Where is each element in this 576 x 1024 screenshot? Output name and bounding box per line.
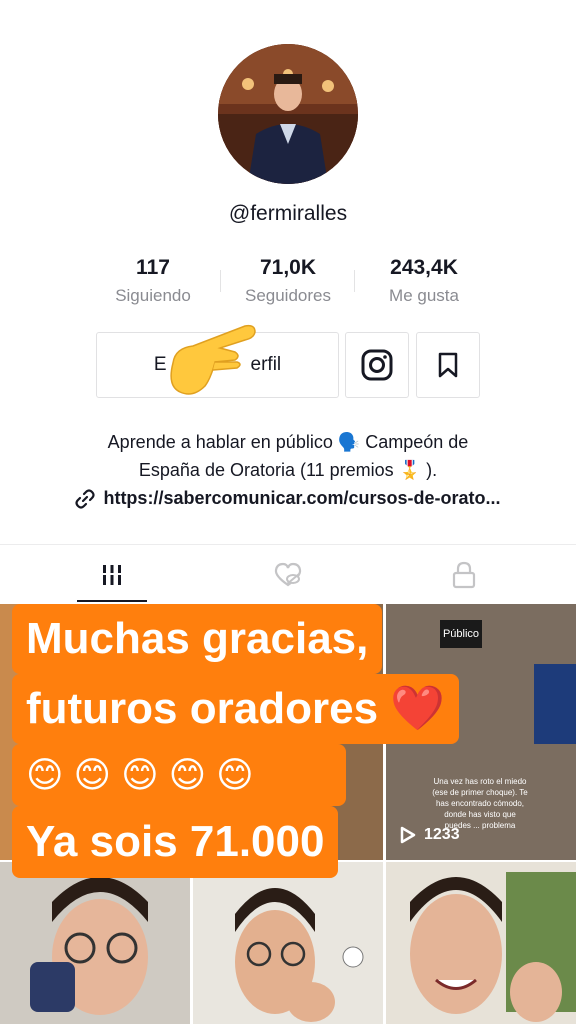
tabs-divider [0, 544, 576, 545]
username: @fermiralles [228, 202, 348, 225]
overlay-line-2: futuros oradores ❤️ [12, 674, 460, 744]
liked-hidden-icon [274, 562, 302, 587]
video-thumbnail[interactable] [193, 862, 383, 1024]
stat-divider [354, 270, 355, 292]
video-image [0, 862, 190, 1024]
favorites-button[interactable] [416, 332, 480, 398]
profile-bio: Aprende a hablar en público 🗣️ Campeón d… [0, 428, 576, 484]
avatar-image [218, 44, 358, 184]
video-thumbnail[interactable] [0, 862, 190, 1024]
stat-followers[interactable]: 71,0K Seguidores [223, 256, 353, 306]
view-count-value: 1233 [424, 826, 460, 843]
stat-divider [220, 270, 221, 292]
tab-liked[interactable] [192, 548, 384, 602]
likes-label: Me gusta [389, 286, 459, 305]
following-count: 117 [136, 256, 170, 279]
overlay-line-4: Ya sois 71.000 [12, 806, 339, 878]
stat-following[interactable]: 117 Siguiendo [88, 256, 218, 306]
overlay-line-1: Muchas gracias, [12, 604, 383, 674]
likes-count: 243,4K [390, 256, 458, 279]
bio-line-1: Aprende a hablar en público 🗣️ Campeón d… [107, 432, 469, 452]
video-image [386, 862, 576, 1024]
tab-private[interactable] [368, 548, 560, 602]
bookmark-icon [438, 352, 458, 378]
screen-shape [534, 664, 576, 744]
instagram-button[interactable] [345, 332, 409, 398]
tab-videos[interactable] [16, 548, 208, 602]
followers-label: Seguidores [244, 286, 331, 305]
followers-count: 71,0K [259, 256, 317, 279]
video-thumbnail[interactable] [386, 862, 576, 1024]
profile-link-text: https://sabercomunicar.com/cursos-de-ora… [103, 488, 501, 508]
overlay-line-3: 😊 😊 😊 😊 😊 [12, 744, 346, 806]
pointing-hand-icon [170, 324, 256, 395]
stat-likes[interactable]: 243,4K Me gusta [359, 256, 489, 306]
profile-link[interactable]: https://sabercomunicar.com/cursos-de-ora… [0, 488, 576, 509]
video-badge: Público [440, 620, 482, 648]
link-icon [75, 489, 96, 509]
lock-icon [452, 561, 476, 589]
bio-line-2: España de Oratoria (11 premios 🎖️ ). [138, 460, 438, 480]
instagram-icon [361, 349, 393, 381]
active-tab-indicator [77, 600, 147, 602]
video-image [193, 862, 383, 1024]
following-label: Siguiendo [115, 286, 191, 305]
profile-avatar[interactable] [218, 44, 358, 184]
grid-icon [100, 565, 124, 585]
play-icon [400, 826, 416, 844]
view-count: 1233 [400, 826, 460, 844]
video-caption: Una vez has roto el miedo (ese de primer… [432, 777, 528, 830]
